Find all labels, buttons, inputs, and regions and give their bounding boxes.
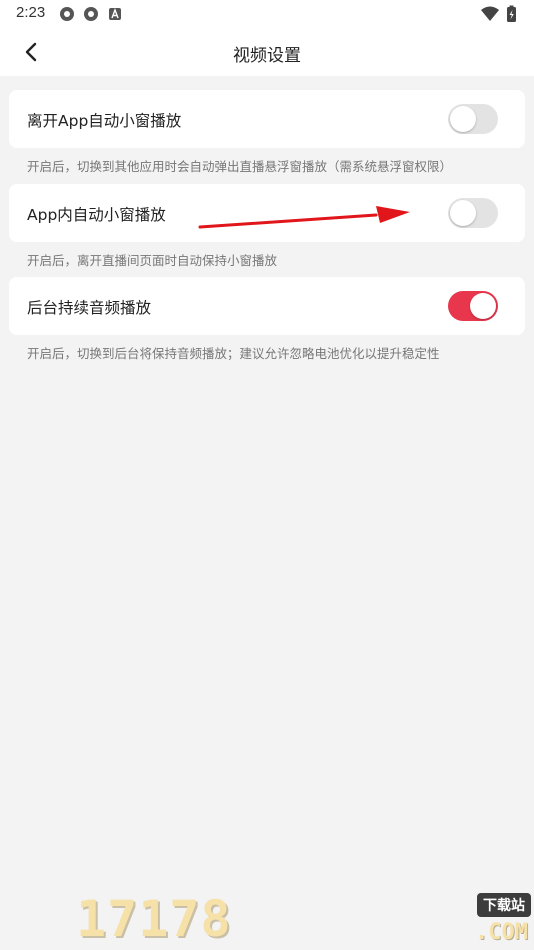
system-status-icons <box>481 5 516 22</box>
setting-label: App内自动小窗播放 <box>27 206 166 224</box>
toggle-knob <box>450 106 476 132</box>
leave-app-pip-toggle[interactable] <box>448 104 498 134</box>
watermark-badge: 下载站 <box>477 893 531 917</box>
setting-label: 后台持续音频播放 <box>27 299 152 317</box>
setting-description: 开启后，切换到后台将保持音频播放；建议允许忽略电池优化以提升稳定性 <box>27 346 440 361</box>
background-audio-toggle[interactable] <box>448 291 498 321</box>
app-notification-icon <box>60 7 74 21</box>
setting-description: 开启后，离开直播间页面时自动保持小窗播放 <box>27 253 278 268</box>
battery-icon <box>507 5 516 22</box>
header: 视频设置 <box>0 28 534 76</box>
page-title: 视频设置 <box>233 46 301 66</box>
watermark-logo-numbers: 17178 <box>76 890 232 948</box>
notification-icons <box>60 7 121 21</box>
status-time: 2:23 <box>16 4 46 21</box>
wifi-icon <box>481 6 499 21</box>
toggle-knob <box>470 293 496 319</box>
in-app-pip-toggle[interactable] <box>448 198 498 228</box>
watermark-domain: .COM <box>475 920 528 945</box>
annotation-arrow-icon <box>198 206 410 229</box>
setting-card-leave-app-pip: 离开App自动小窗播放 <box>9 90 525 148</box>
app-notification-icon <box>84 7 98 21</box>
setting-description: 开启后，切换到其他应用时会自动弹出直播悬浮窗播放（需系统悬浮窗权限） <box>27 159 453 174</box>
toggle-knob <box>450 200 476 226</box>
a-notification-icon <box>109 8 121 20</box>
status-bar: 2:23 <box>0 0 534 28</box>
setting-card-background-audio: 后台持续音频播放 <box>9 277 525 335</box>
setting-label: 离开App自动小窗播放 <box>27 112 182 130</box>
